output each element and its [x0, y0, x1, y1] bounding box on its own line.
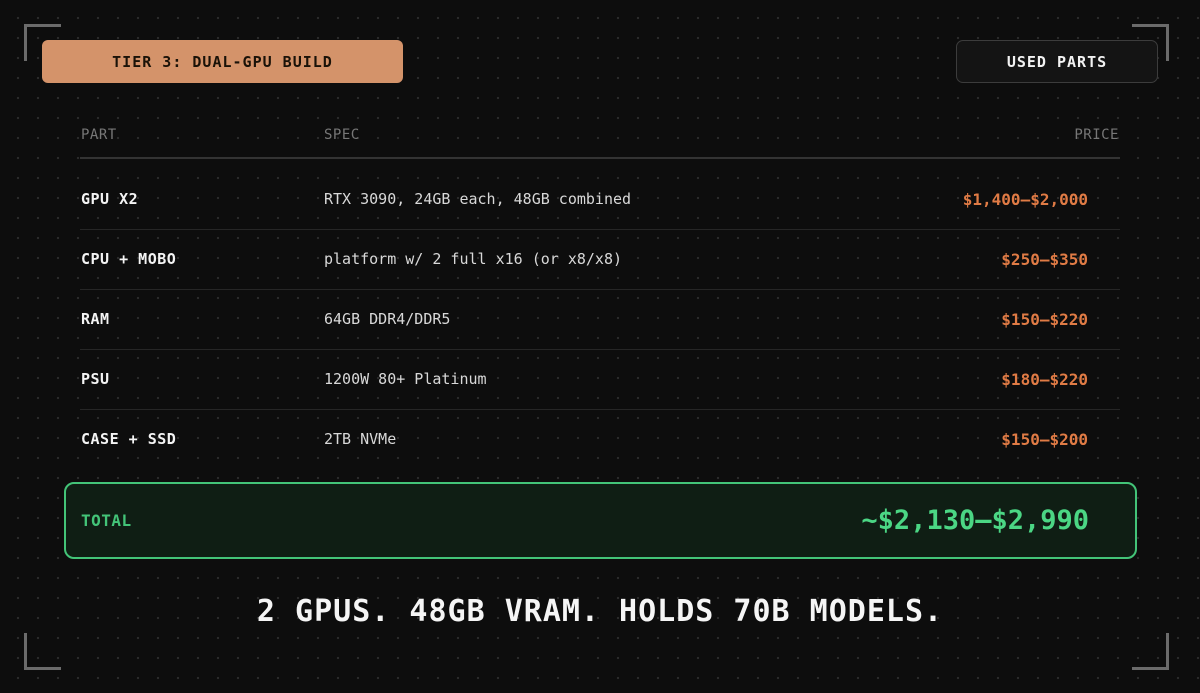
part-name: CASE + SSD [81, 430, 177, 448]
table-body: GPU X2 RTX 3090, 24GB each, 48GB combine… [80, 159, 1120, 469]
corner-bracket-bottom-left [24, 633, 61, 670]
part-price: $150–$200 [1001, 430, 1088, 449]
total-label: TOTAL [81, 511, 132, 530]
tagline: 2 GPUS. 48GB VRAM. HOLDS 70B MODELS. [256, 594, 944, 629]
column-header-spec: SPEC [324, 127, 360, 143]
part-spec: RTX 3090, 24GB each, 48GB combined [324, 190, 632, 208]
part-spec: 64GB DDR4/DDR5 [324, 310, 451, 328]
part-spec: platform w/ 2 full x16 (or x8/x8) [324, 250, 623, 268]
tier-badge: TIER 3: DUAL-GPU BUILD [42, 40, 403, 83]
part-spec: 2TB NVMe [324, 430, 397, 448]
table-row: CPU + MOBO platform w/ 2 full x16 (or x8… [80, 230, 1120, 290]
column-header-price: PRICE [1074, 127, 1119, 143]
part-name: PSU [81, 370, 110, 388]
parts-table: PART SPEC PRICE GPU X2 RTX 3090, 24GB ea… [80, 118, 1120, 469]
used-parts-badge: USED PARTS [956, 40, 1158, 83]
table-row: PSU 1200W 80+ Platinum $180–$220 [80, 350, 1120, 410]
part-price: $180–$220 [1001, 370, 1088, 389]
part-name: RAM [81, 310, 110, 328]
column-header-part: PART [81, 127, 117, 143]
table-row: GPU X2 RTX 3090, 24GB each, 48GB combine… [80, 170, 1120, 230]
part-price: $250–$350 [1001, 250, 1088, 269]
total-value: ~$2,130–$2,990 [861, 505, 1089, 536]
table-row: RAM 64GB DDR4/DDR5 $150–$220 [80, 290, 1120, 350]
part-spec: 1200W 80+ Platinum [324, 370, 487, 388]
part-name: CPU + MOBO [81, 250, 177, 268]
table-header: PART SPEC PRICE [80, 118, 1120, 159]
part-price: $150–$220 [1001, 310, 1088, 329]
table-row: CASE + SSD 2TB NVMe $150–$200 [80, 410, 1120, 469]
part-price: $1,400–$2,000 [962, 190, 1088, 209]
part-name: GPU X2 [81, 190, 139, 208]
corner-bracket-bottom-right [1132, 633, 1169, 670]
total-box: TOTAL ~$2,130–$2,990 [64, 482, 1137, 559]
